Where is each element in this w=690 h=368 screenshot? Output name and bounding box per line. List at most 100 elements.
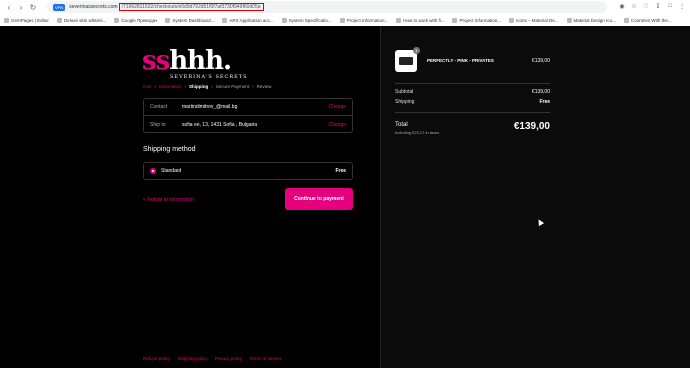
bookmark-item[interactable]: System Specificatio... xyxy=(281,17,332,23)
bookmark-item[interactable]: System Dashboard... xyxy=(165,17,215,23)
shipping-label: Shipping xyxy=(395,99,415,105)
bookmark-item[interactable]: Material Design Ico... xyxy=(566,17,616,23)
footer-links: Refund policy Shipping policy Privacy po… xyxy=(143,356,282,361)
bookmark-label: Deluxe skin whiteni... xyxy=(63,17,107,23)
reload-icon[interactable]: ↻ xyxy=(27,1,39,13)
order-product-item: 1 PERFECTLY - PINK - PRIVATES €139,00 xyxy=(395,46,550,73)
bookmark-label: Project Information... xyxy=(459,17,502,23)
bookmark-label: Icons – Material De... xyxy=(516,17,559,23)
ship-to-label: Ship to xyxy=(150,121,166,128)
bookmark-favicon-icon xyxy=(396,17,402,23)
chevron-right-icon: › xyxy=(252,84,254,89)
star-icon[interactable]: ☆ xyxy=(630,2,638,10)
chevron-right-icon: › xyxy=(184,84,187,89)
camera-icon[interactable]: ◉ xyxy=(618,2,626,10)
forward-icon[interactable]: › xyxy=(15,1,27,13)
change-contact-link[interactable]: Change xyxy=(328,104,346,110)
store-logo[interactable]: sshhh. SEVERINA'S SECRETS xyxy=(142,48,248,80)
shipping-option-price: Free xyxy=(335,168,346,174)
checkout-page: sshhh. SEVERINA'S SECRETS Cart › Informa… xyxy=(0,26,690,368)
product-price: €139,00 xyxy=(531,57,550,64)
terms-of-service-link[interactable]: Terms of service xyxy=(249,356,282,361)
chevron-right-icon: › xyxy=(154,84,157,89)
continue-to-payment-button[interactable]: Continue to payment xyxy=(285,188,353,210)
breadcrumb: Cart › Information › Shipping › Secure P… xyxy=(143,84,271,89)
bookmark-label: How to work with fi... xyxy=(403,17,445,23)
bookmark-item[interactable]: How to work with fi... xyxy=(396,17,445,23)
shipping-option-standard[interactable]: Standard Free xyxy=(143,162,353,180)
bookmark-item[interactable]: GemPages | Editor xyxy=(4,17,49,23)
taxes-note: Including €23,17 in taxes xyxy=(395,130,440,135)
bookmark-favicon-icon xyxy=(623,17,629,23)
bookmark-favicon-icon xyxy=(339,17,345,23)
bookmark-item[interactable]: Countries With the... xyxy=(623,17,672,23)
breadcrumb-cart[interactable]: Cart xyxy=(143,84,152,89)
quantity-badge: 1 xyxy=(413,46,420,54)
bookmark-label: Project Information... xyxy=(346,17,389,23)
bookmark-favicon-icon xyxy=(452,17,458,23)
breadcrumb-payment: Secure Payment xyxy=(215,84,250,89)
bookmarks-bar: GemPages | Editor Deluxe skin whiteni... G… xyxy=(0,14,690,26)
refund-policy-link[interactable]: Refund policy xyxy=(143,356,170,361)
contact-value: martindimitrov_@mail.bg xyxy=(182,104,238,110)
bookmark-favicon-icon xyxy=(281,17,287,23)
bookmark-label: Google Преводач xyxy=(121,17,158,23)
shipping-row: Shipping Free xyxy=(395,99,550,105)
heart-icon[interactable]: ♡ xyxy=(642,2,650,10)
shipping-option-name: Standard xyxy=(161,168,182,174)
logo-text-pink: ss xyxy=(142,46,170,76)
ship-to-value: sofia ee, 13, 1431 Sofia , Bulgaria xyxy=(182,121,258,128)
chevron-right-icon: › xyxy=(211,84,213,89)
total-value: €139,00 xyxy=(513,121,550,132)
extensions-icon[interactable]: □ xyxy=(666,2,674,10)
bookmark-favicon-icon xyxy=(165,17,171,23)
bookmark-favicon-icon xyxy=(56,17,62,23)
address-bar-row: ‹ › ↻ VPN severinassecrets.com /71962811… xyxy=(0,0,690,14)
toolbar-icons: ◉ ☆ ♡ ↧ □ ⋮ xyxy=(618,2,686,10)
bookmark-favicon-icon xyxy=(509,17,515,23)
radio-selected-icon[interactable] xyxy=(150,168,156,174)
return-to-information-link[interactable]: < Return to information xyxy=(143,197,194,203)
bookmark-item[interactable]: Icons – Material De... xyxy=(509,17,559,23)
bookmark-item[interactable]: Project Information... xyxy=(339,17,389,23)
subtotal-label: Subtotal xyxy=(395,89,414,95)
url-bar[interactable]: VPN severinassecrets.com /71962811532/ch… xyxy=(47,1,607,13)
product-thumbnail: 1 xyxy=(395,46,420,72)
shipping-method-title: Shipping method xyxy=(143,146,196,153)
menu-icon[interactable]: ⋮ xyxy=(678,2,686,10)
download-icon[interactable]: ↧ xyxy=(654,2,662,10)
bookmark-favicon-icon xyxy=(4,17,9,23)
bookmark-label: ARX Application acc... xyxy=(229,17,274,23)
change-address-link[interactable]: Change xyxy=(328,122,346,128)
logo-text-white: hhh. xyxy=(169,46,232,76)
logo-subtitle: SEVERINA'S SECRETS xyxy=(170,74,248,80)
bookmark-favicon-icon xyxy=(114,17,120,23)
bookmark-item[interactable]: ARX Application acc... xyxy=(222,17,274,23)
back-icon[interactable]: ‹ xyxy=(3,1,15,13)
summary-divider xyxy=(395,83,550,84)
contact-shipping-summary: Contact martindimitrov_@mail.bg Change S… xyxy=(143,98,353,133)
contact-row: Contact martindimitrov_@mail.bg Change xyxy=(144,99,352,116)
privacy-policy-link[interactable]: Privacy policy xyxy=(215,356,243,361)
bookmark-label: Countries With the... xyxy=(630,17,672,23)
bookmark-label: System Specificatio... xyxy=(288,17,332,23)
contact-label: Contact xyxy=(150,104,168,110)
bookmark-item[interactable]: Deluxe skin whiteni... xyxy=(56,17,107,23)
bookmark-label: System Dashboard... xyxy=(172,17,215,23)
summary-divider xyxy=(395,112,550,113)
shipping-value: Free xyxy=(539,99,550,105)
bookmark-item[interactable]: Project Information... xyxy=(452,17,502,23)
subtotal-row: Subtotal €139,00 xyxy=(395,89,550,95)
browser-chrome: ‹ › ↻ VPN severinassecrets.com /71962811… xyxy=(0,0,690,26)
bookmark-item[interactable]: Google Преводач xyxy=(114,17,158,23)
order-summary-pane xyxy=(380,26,690,368)
breadcrumb-information[interactable]: Information xyxy=(159,84,182,89)
url-path: /71962811532/checkouts/e0d9d792d51f0f7af… xyxy=(118,3,264,11)
vpn-badge[interactable]: VPN xyxy=(53,3,66,11)
ship-to-row: Ship to sofia ee, 13, 1431 Sofia , Bulga… xyxy=(144,116,352,133)
product-name: PERFECTLY - PINK - PRIVATES xyxy=(427,58,494,63)
bookmark-favicon-icon xyxy=(222,17,228,23)
breadcrumb-shipping: Shipping xyxy=(189,84,209,89)
total-label: Total xyxy=(395,122,408,128)
shipping-policy-link[interactable]: Shipping policy xyxy=(177,356,207,361)
